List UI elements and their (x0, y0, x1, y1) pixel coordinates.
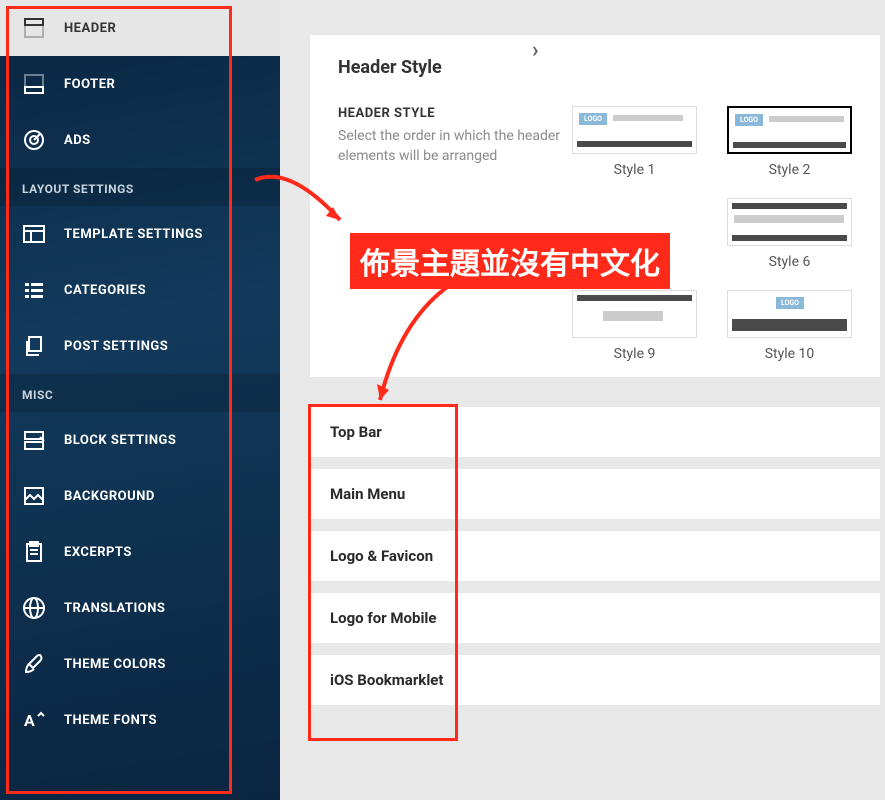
brush-icon (22, 652, 46, 676)
sidebar-item-categories[interactable]: CATEGORIES (0, 262, 280, 318)
sidebar: HEADER FOOTER ADS LAYOUT SETTINGS TEMPLA… (0, 0, 280, 800)
style-option-6[interactable]: Style 6 (727, 198, 852, 270)
template-icon (22, 222, 46, 246)
sidebar-item-label: ADS (64, 133, 91, 148)
sidebar-item-label: POST SETTINGS (64, 339, 168, 354)
style-label: Style 2 (727, 162, 852, 178)
sidebar-item-template-settings[interactable]: TEMPLATE SETTINGS (0, 206, 280, 262)
image-icon (22, 484, 46, 508)
style-label: Style 1 (572, 162, 697, 178)
accordion-list: Top Bar Main Menu Logo & Favicon Logo fo… (310, 407, 880, 705)
sidebar-section-misc: MISC (0, 374, 280, 412)
list-icon (22, 278, 46, 302)
sidebar-item-ads[interactable]: ADS (0, 112, 280, 168)
main-content: › Header Style HEADER STYLE Select the o… (280, 0, 885, 800)
sidebar-item-translations[interactable]: TRANSLATIONS (0, 580, 280, 636)
style-option-1[interactable]: LOGO Style 1 (572, 106, 697, 178)
sidebar-item-header[interactable]: HEADER (0, 0, 280, 56)
style-option-2[interactable]: LOGO Style 2 (727, 106, 852, 178)
svg-text:A: A (24, 711, 35, 730)
header-style-text: Select the order in which the header ele… (338, 127, 568, 166)
sidebar-item-label: BLOCK SETTINGS (64, 433, 176, 448)
style-label: Style 9 (572, 346, 697, 362)
accordion-logo-mobile[interactable]: Logo for Mobile (310, 593, 880, 643)
sidebar-item-excerpts[interactable]: EXCERPTS (0, 524, 280, 580)
style-option-9[interactable]: Style 9 (572, 290, 697, 362)
chevron-right-icon[interactable]: › (532, 38, 539, 63)
accordion-logo-favicon[interactable]: Logo & Favicon (310, 531, 880, 581)
sidebar-item-block-settings[interactable]: BLOCK SETTINGS (0, 412, 280, 468)
sidebar-item-background[interactable]: BACKGROUND (0, 468, 280, 524)
header-icon (22, 16, 46, 40)
accordion-main-menu[interactable]: Main Menu (310, 469, 880, 519)
accordion-top-bar[interactable]: Top Bar (310, 407, 880, 457)
header-style-panel: Header Style HEADER STYLE Select the ord… (310, 35, 880, 377)
sidebar-item-label: HEADER (64, 21, 116, 36)
sidebar-item-label: THEME FONTS (64, 713, 157, 728)
sidebar-item-label: BACKGROUND (64, 489, 155, 504)
sidebar-item-label: TEMPLATE SETTINGS (64, 227, 203, 242)
style-label: Style 6 (727, 254, 852, 270)
accordion-ios-bookmarklet[interactable]: iOS Bookmarklet (310, 655, 880, 705)
target-icon (22, 128, 46, 152)
globe-icon (22, 596, 46, 620)
sidebar-item-theme-colors[interactable]: THEME COLORS (0, 636, 280, 692)
sidebar-item-label: CATEGORIES (64, 283, 146, 298)
sidebar-item-label: THEME COLORS (64, 657, 166, 672)
sidebar-item-label: TRANSLATIONS (64, 601, 165, 616)
annotation-label: 佈景主題並沒有中文化 (350, 233, 670, 289)
blocks-icon (22, 428, 46, 452)
sidebar-item-theme-fonts[interactable]: A THEME FONTS (0, 692, 280, 748)
header-style-subtitle: HEADER STYLE (338, 106, 568, 121)
footer-icon (22, 72, 46, 96)
font-icon: A (22, 708, 46, 732)
panel-title: Header Style (338, 57, 852, 78)
sidebar-item-label: EXCERPTS (64, 545, 132, 560)
sidebar-item-footer[interactable]: FOOTER (0, 56, 280, 112)
clipboard-icon (22, 540, 46, 564)
sidebar-item-label: FOOTER (64, 77, 115, 92)
copy-icon (22, 334, 46, 358)
sidebar-item-post-settings[interactable]: POST SETTINGS (0, 318, 280, 374)
sidebar-section-layout: LAYOUT SETTINGS (0, 168, 280, 206)
style-option-10[interactable]: LOGO Style 10 (727, 290, 852, 362)
style-label: Style 10 (727, 346, 852, 362)
